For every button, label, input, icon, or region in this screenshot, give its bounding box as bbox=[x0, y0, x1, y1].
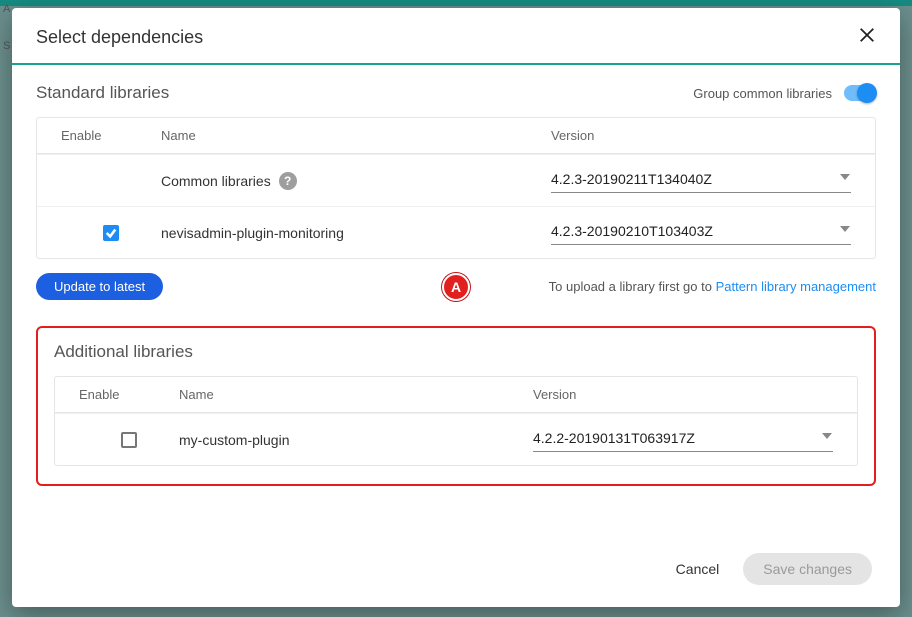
modal-title: Select dependencies bbox=[36, 27, 203, 48]
col-name: Name bbox=[161, 128, 551, 143]
col-enable: Enable bbox=[61, 128, 161, 143]
close-button[interactable] bbox=[858, 26, 876, 49]
lib-name: my-custom-plugin bbox=[179, 432, 289, 448]
bg-tab-label-a: A bbox=[3, 3, 10, 15]
group-common-toggle[interactable] bbox=[844, 85, 876, 101]
close-icon bbox=[858, 26, 876, 44]
lib-name: nevisadmin-plugin-monitoring bbox=[161, 225, 344, 241]
standard-section-title: Standard libraries bbox=[36, 83, 169, 103]
modal-header: Select dependencies bbox=[12, 8, 900, 65]
table-header: Enable Name Version bbox=[55, 377, 857, 413]
table-row: nevisadmin-plugin-monitoring 4.2.3-20190… bbox=[37, 206, 875, 258]
select-dependencies-modal: Select dependencies Standard libraries G… bbox=[12, 8, 900, 607]
table-header: Enable Name Version bbox=[37, 118, 875, 154]
col-version: Version bbox=[533, 387, 833, 402]
lib-name: Common libraries bbox=[161, 173, 271, 189]
check-icon bbox=[105, 227, 117, 239]
app-header-bar bbox=[0, 0, 912, 6]
version-select[interactable]: 4.2.3-20190210T103403Z bbox=[551, 220, 851, 245]
standard-section-header: Standard libraries Group common librarie… bbox=[36, 83, 876, 103]
standard-section-footer: Update to latest A To upload a library f… bbox=[36, 273, 876, 300]
enable-checkbox[interactable] bbox=[121, 432, 137, 448]
group-common-label: Group common libraries bbox=[693, 86, 832, 101]
update-to-latest-button[interactable]: Update to latest bbox=[36, 273, 163, 300]
col-version: Version bbox=[551, 128, 851, 143]
table-row: my-custom-plugin 4.2.2-20190131T063917Z bbox=[55, 413, 857, 465]
toggle-knob bbox=[857, 83, 877, 103]
table-row: Common libraries ? 4.2.3-20190211T134040… bbox=[37, 154, 875, 206]
col-name: Name bbox=[179, 387, 533, 402]
upload-hint: To upload a library first go to Pattern … bbox=[549, 279, 876, 294]
additional-libraries-table: Enable Name Version my-custom-plugin 4.2… bbox=[54, 376, 858, 466]
additional-libraries-annotation: Additional libraries Enable Name Version… bbox=[36, 326, 876, 486]
standard-libraries-table: Enable Name Version Common libraries ? 4… bbox=[36, 117, 876, 259]
modal-body: Standard libraries Group common librarie… bbox=[12, 65, 900, 535]
enable-checkbox[interactable] bbox=[103, 225, 119, 241]
bg-tab-label-s: S bbox=[3, 40, 10, 52]
cancel-button[interactable]: Cancel bbox=[676, 561, 720, 577]
version-text: 4.2.3-20190211T134040Z bbox=[551, 171, 829, 187]
additional-section-title: Additional libraries bbox=[54, 342, 858, 362]
pattern-library-link[interactable]: Pattern library management bbox=[716, 279, 876, 294]
version-text: 4.2.2-20190131T063917Z bbox=[533, 430, 811, 446]
chevron-down-icon bbox=[839, 222, 851, 240]
version-select[interactable]: 4.2.2-20190131T063917Z bbox=[533, 427, 833, 452]
chevron-down-icon bbox=[821, 429, 833, 447]
help-icon[interactable]: ? bbox=[279, 172, 297, 190]
version-text: 4.2.3-20190210T103403Z bbox=[551, 223, 829, 239]
version-select[interactable]: 4.2.3-20190211T134040Z bbox=[551, 168, 851, 193]
annotation-a-badge: A bbox=[442, 273, 470, 301]
group-common-toggle-wrap: Group common libraries bbox=[693, 85, 876, 101]
save-changes-button[interactable]: Save changes bbox=[743, 553, 872, 585]
upload-hint-text: To upload a library first go to bbox=[549, 279, 716, 294]
chevron-down-icon bbox=[839, 170, 851, 188]
col-enable: Enable bbox=[79, 387, 179, 402]
modal-footer: Cancel Save changes bbox=[12, 535, 900, 607]
